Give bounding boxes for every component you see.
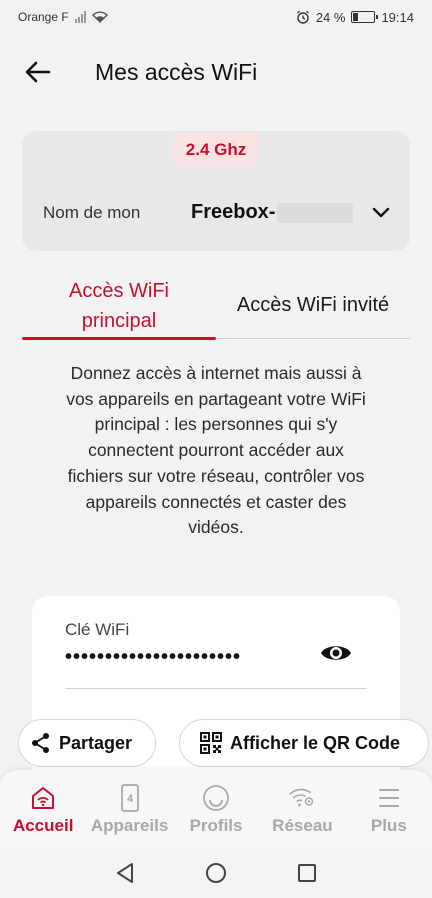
status-bar: Orange F 24 % 19:14 [0, 0, 432, 34]
nav-item-profils[interactable]: Profils [173, 770, 259, 847]
system-recents-button[interactable] [297, 863, 317, 883]
nav-label: Réseau [272, 816, 333, 835]
device-count-badge: 4 [127, 793, 134, 805]
nav-label: Plus [370, 816, 407, 835]
battery-icon [351, 11, 379, 23]
status-left: Orange F [18, 10, 108, 24]
toggle-visibility-button[interactable] [320, 642, 352, 669]
wifi-status-icon [91, 11, 108, 23]
nav-item-appareils[interactable]: 4 Appareils [86, 770, 172, 847]
alarm-icon [296, 10, 309, 24]
menu-icon [375, 784, 403, 812]
system-nav-bar [0, 847, 432, 898]
bottom-nav: Accueil 4 Appareils Profils Réseau Plus [0, 770, 432, 847]
nav-item-plus[interactable]: Plus [346, 770, 432, 847]
redacted-block [277, 202, 354, 223]
page-title: Mes accès WiFi [95, 58, 258, 85]
system-home-button[interactable] [205, 862, 227, 884]
tab-label: Accès WiFi invité [236, 294, 390, 316]
nav-label: Accueil [12, 816, 74, 835]
share-button[interactable]: Partager [18, 719, 156, 767]
frequency-badge: 2.4 Ghz [173, 133, 259, 167]
description-text: Donnez accès à internet mais aussi à vos… [66, 363, 366, 538]
wifi-tabs: Accès WiFi principal Accès WiFi invité [22, 273, 410, 340]
home-wifi-icon [29, 784, 57, 812]
system-back-button[interactable] [115, 862, 135, 884]
qr-code-button[interactable]: Afficher le QR Code [179, 719, 429, 767]
wifi-key-label: Clé WiFi [65, 620, 130, 639]
clock: 19:14 [381, 9, 414, 25]
share-icon [32, 733, 49, 753]
chevron-down-icon [372, 207, 390, 217]
back-button[interactable] [18, 52, 58, 92]
circle-home-icon [206, 862, 226, 883]
device-icon: 4 [116, 784, 144, 812]
network-label: Nom de mon [43, 202, 141, 222]
qr-code-label: Afficher le QR Code [230, 732, 401, 753]
nav-label: Profils [189, 816, 243, 835]
network-settings-icon [288, 784, 316, 812]
dropdown-button[interactable] [372, 207, 390, 219]
nav-item-accueil[interactable]: Accueil [0, 770, 86, 847]
qr-code-icon [200, 732, 222, 754]
triangle-back-icon [117, 862, 133, 883]
tab-label: Accès WiFi principal [69, 279, 169, 332]
wifi-key-value: •••••••••••••••••••••• [65, 646, 242, 668]
nav-item-reseau[interactable]: Réseau [259, 770, 345, 847]
network-selector[interactable]: Nom de mon Freebox- [43, 201, 390, 224]
network-card: 2.4 Ghz Nom de mon Freebox- [22, 131, 410, 251]
battery-fill [353, 13, 359, 21]
signal-icon [74, 11, 86, 23]
share-label: Partager [59, 732, 133, 753]
tab-wifi-principal[interactable]: Accès WiFi principal [22, 273, 216, 340]
app-header: Mes accès WiFi [0, 48, 432, 96]
profile-icon [202, 784, 230, 812]
arrow-left-icon [25, 61, 51, 83]
wifi-key-underline [65, 688, 367, 689]
carrier-name: Orange F [18, 10, 69, 24]
tab-wifi-invite[interactable]: Accès WiFi invité [216, 273, 410, 338]
network-name: Freebox- [191, 201, 354, 224]
square-recents-icon [298, 863, 316, 882]
battery-percent: 24 % [315, 9, 346, 25]
nav-label: Appareils [90, 816, 169, 835]
network-name-text: Freebox- [191, 201, 276, 223]
eye-icon [321, 646, 351, 660]
status-right: 24 % 19:14 [296, 10, 414, 25]
